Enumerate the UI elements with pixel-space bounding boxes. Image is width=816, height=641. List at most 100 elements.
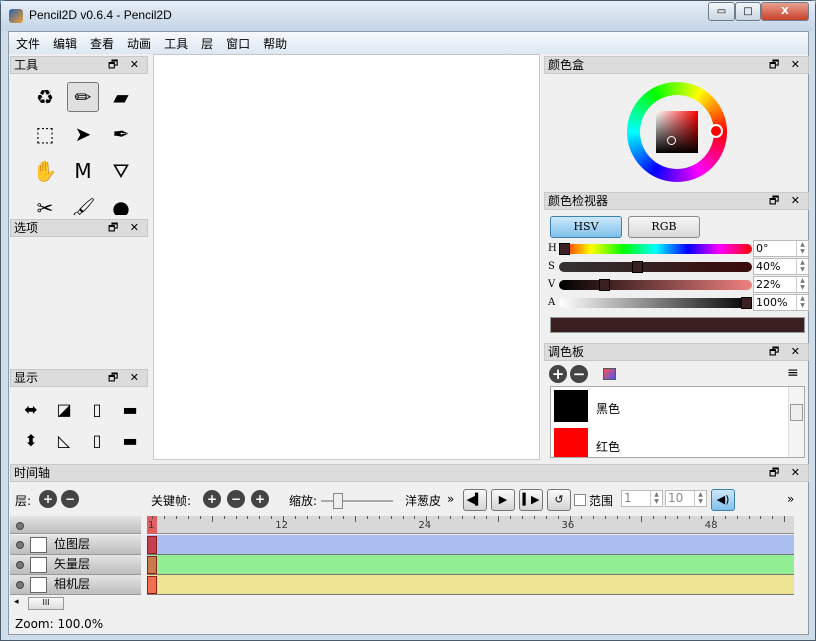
display-option-icon[interactable]: ▬ [114, 394, 146, 424]
slider-knob[interactable] [632, 261, 643, 273]
range-end-input[interactable]: 10▲▼ [665, 490, 707, 507]
dock-float-close[interactable]: 🗗 ✕ [769, 57, 804, 73]
eraser-tool-icon[interactable]: ▰ [105, 82, 137, 112]
palette-menu-icon[interactable]: ≡ [787, 365, 799, 381]
hand-tool-icon[interactable]: ✋ [29, 156, 61, 186]
channel-slider-s[interactable] [559, 262, 752, 272]
remove-keyframe-icon[interactable]: − [227, 490, 245, 508]
color-inspector-header[interactable]: 颜色检视器🗗 ✕ [544, 192, 809, 210]
range-start-input[interactable]: 1▲▼ [621, 490, 663, 507]
slider-knob[interactable] [559, 243, 570, 255]
display-option-icon[interactable]: ▯ [81, 394, 113, 424]
options-dock-header[interactable]: 选项🗗 ✕ [10, 219, 148, 237]
eyedropper-tool-icon[interactable]: ✂ [29, 193, 61, 215]
layer-row[interactable]: 位图层 [10, 535, 141, 555]
display-option-icon[interactable]: ⬍ [15, 425, 47, 455]
drawing-canvas[interactable] [153, 54, 540, 460]
dock-float-close[interactable]: 🗗 ✕ [769, 344, 804, 360]
layer-row[interactable]: 相机层 [10, 575, 141, 595]
display-option-icon[interactable]: ◺ [48, 425, 80, 455]
layer-visibility-toggle[interactable] [16, 561, 24, 569]
slider-knob[interactable] [741, 297, 752, 309]
polyline-tool-icon[interactable]: M [67, 156, 99, 186]
sound-icon[interactable]: ◀) [711, 489, 735, 511]
dock-float-close[interactable]: 🗗 ✕ [769, 465, 804, 481]
channel-value-input[interactable]: 22%▲▼ [753, 276, 809, 293]
clear-tool-icon[interactable]: ♻ [29, 82, 61, 112]
color-box-header[interactable]: 颜色盒🗗 ✕ [544, 56, 809, 74]
toolbar-overflow[interactable]: » [447, 492, 454, 506]
move-tool-icon[interactable]: ➤ [67, 119, 99, 149]
palette-image-icon[interactable] [603, 368, 616, 380]
dock-float-close[interactable]: 🗗 ✕ [108, 370, 143, 386]
menu-animation[interactable]: 动画 [120, 32, 157, 52]
keyframe[interactable] [147, 536, 157, 554]
add-color-icon[interactable]: + [549, 365, 567, 383]
hsv-mode-button[interactable]: HSV [550, 216, 622, 238]
frame-ruler[interactable]: 112243648 [147, 516, 794, 534]
menu-tools[interactable]: 工具 [157, 32, 194, 52]
duplicate-keyframe-icon[interactable]: + [251, 490, 269, 508]
menu-help[interactable]: 帮助 [256, 32, 293, 52]
layer-track[interactable] [147, 575, 794, 595]
timeline-overflow[interactable]: » [787, 492, 794, 506]
timeline-header[interactable]: 时间轴🗗 ✕ [10, 464, 809, 482]
rgb-mode-button[interactable]: RGB [628, 216, 700, 238]
tools-dock-header[interactable]: 工具🗗 ✕ [10, 56, 148, 74]
dock-float-close[interactable]: 🗗 ✕ [769, 193, 804, 209]
keyframe[interactable] [147, 576, 157, 594]
display-option-icon[interactable]: ◪ [48, 394, 80, 424]
loop-icon[interactable]: ↺ [547, 489, 571, 511]
zoom-slider[interactable] [321, 500, 393, 502]
palette-item[interactable]: 红色 [554, 428, 784, 458]
menu-window[interactable]: 窗口 [219, 32, 256, 52]
sv-cursor[interactable] [667, 136, 676, 145]
layer-track[interactable] [147, 555, 794, 575]
close-button[interactable]: X [761, 2, 809, 21]
play-icon[interactable]: ▶ [491, 489, 515, 511]
select-tool-icon[interactable]: ⬚ [29, 119, 61, 149]
saturation-value-square[interactable] [656, 111, 698, 153]
hue-cursor[interactable] [709, 124, 723, 138]
layer-row[interactable]: 矢量层 [10, 555, 141, 575]
menu-edit[interactable]: 编辑 [46, 32, 83, 52]
play-next-icon[interactable]: ▍▶ [519, 489, 543, 511]
dock-float-close[interactable]: 🗗 ✕ [108, 57, 143, 73]
display-option-icon[interactable]: ▯ [81, 425, 113, 455]
color-wheel[interactable] [627, 82, 727, 182]
channel-slider-h[interactable] [559, 244, 752, 254]
channel-value-input[interactable]: 100%▲▼ [753, 294, 809, 311]
timeline-scrollbar[interactable]: ◂ III [10, 597, 795, 611]
minimize-button[interactable]: ▭ [708, 2, 735, 21]
pen-tool-icon[interactable]: ✒ [105, 119, 137, 149]
channel-slider-v[interactable] [559, 280, 752, 290]
channel-slider-a[interactable] [559, 298, 752, 308]
menu-layer[interactable]: 层 [194, 32, 219, 52]
bucket-tool-icon[interactable]: ⛛ [105, 156, 137, 186]
play-prev-icon[interactable]: ◀▍ [463, 489, 487, 511]
channel-value-input[interactable]: 0°▲▼ [753, 240, 809, 257]
layer-track[interactable] [147, 535, 794, 555]
layer-visibility-toggle[interactable] [16, 581, 24, 589]
palette-item[interactable]: 黑色 [554, 390, 784, 424]
maximize-button[interactable]: □ [735, 2, 761, 21]
dock-float-close[interactable]: 🗗 ✕ [108, 220, 143, 236]
smudge-tool-icon[interactable]: ● [105, 193, 137, 215]
display-option-icon[interactable]: ▬ [114, 425, 146, 455]
remove-color-icon[interactable]: − [570, 365, 588, 383]
add-layer-icon[interactable]: + [39, 490, 57, 508]
menu-file[interactable]: 文件 [9, 32, 46, 52]
palette-scrollbar[interactable] [788, 387, 804, 458]
layer-visibility-toggle[interactable] [16, 541, 24, 549]
slider-knob[interactable] [599, 279, 610, 291]
palette-header[interactable]: 调色板🗗 ✕ [544, 343, 809, 361]
keyframe[interactable] [147, 556, 157, 574]
pencil-tool-icon[interactable]: ✏ [67, 82, 99, 112]
range-checkbox[interactable] [574, 494, 586, 506]
brush-tool-icon[interactable]: 🖌 [67, 193, 99, 215]
add-keyframe-icon[interactable]: + [203, 490, 221, 508]
remove-layer-icon[interactable]: − [61, 490, 79, 508]
menu-view[interactable]: 查看 [83, 32, 120, 52]
channel-value-input[interactable]: 40%▲▼ [753, 258, 809, 275]
display-option-icon[interactable]: ⬌ [15, 394, 47, 424]
